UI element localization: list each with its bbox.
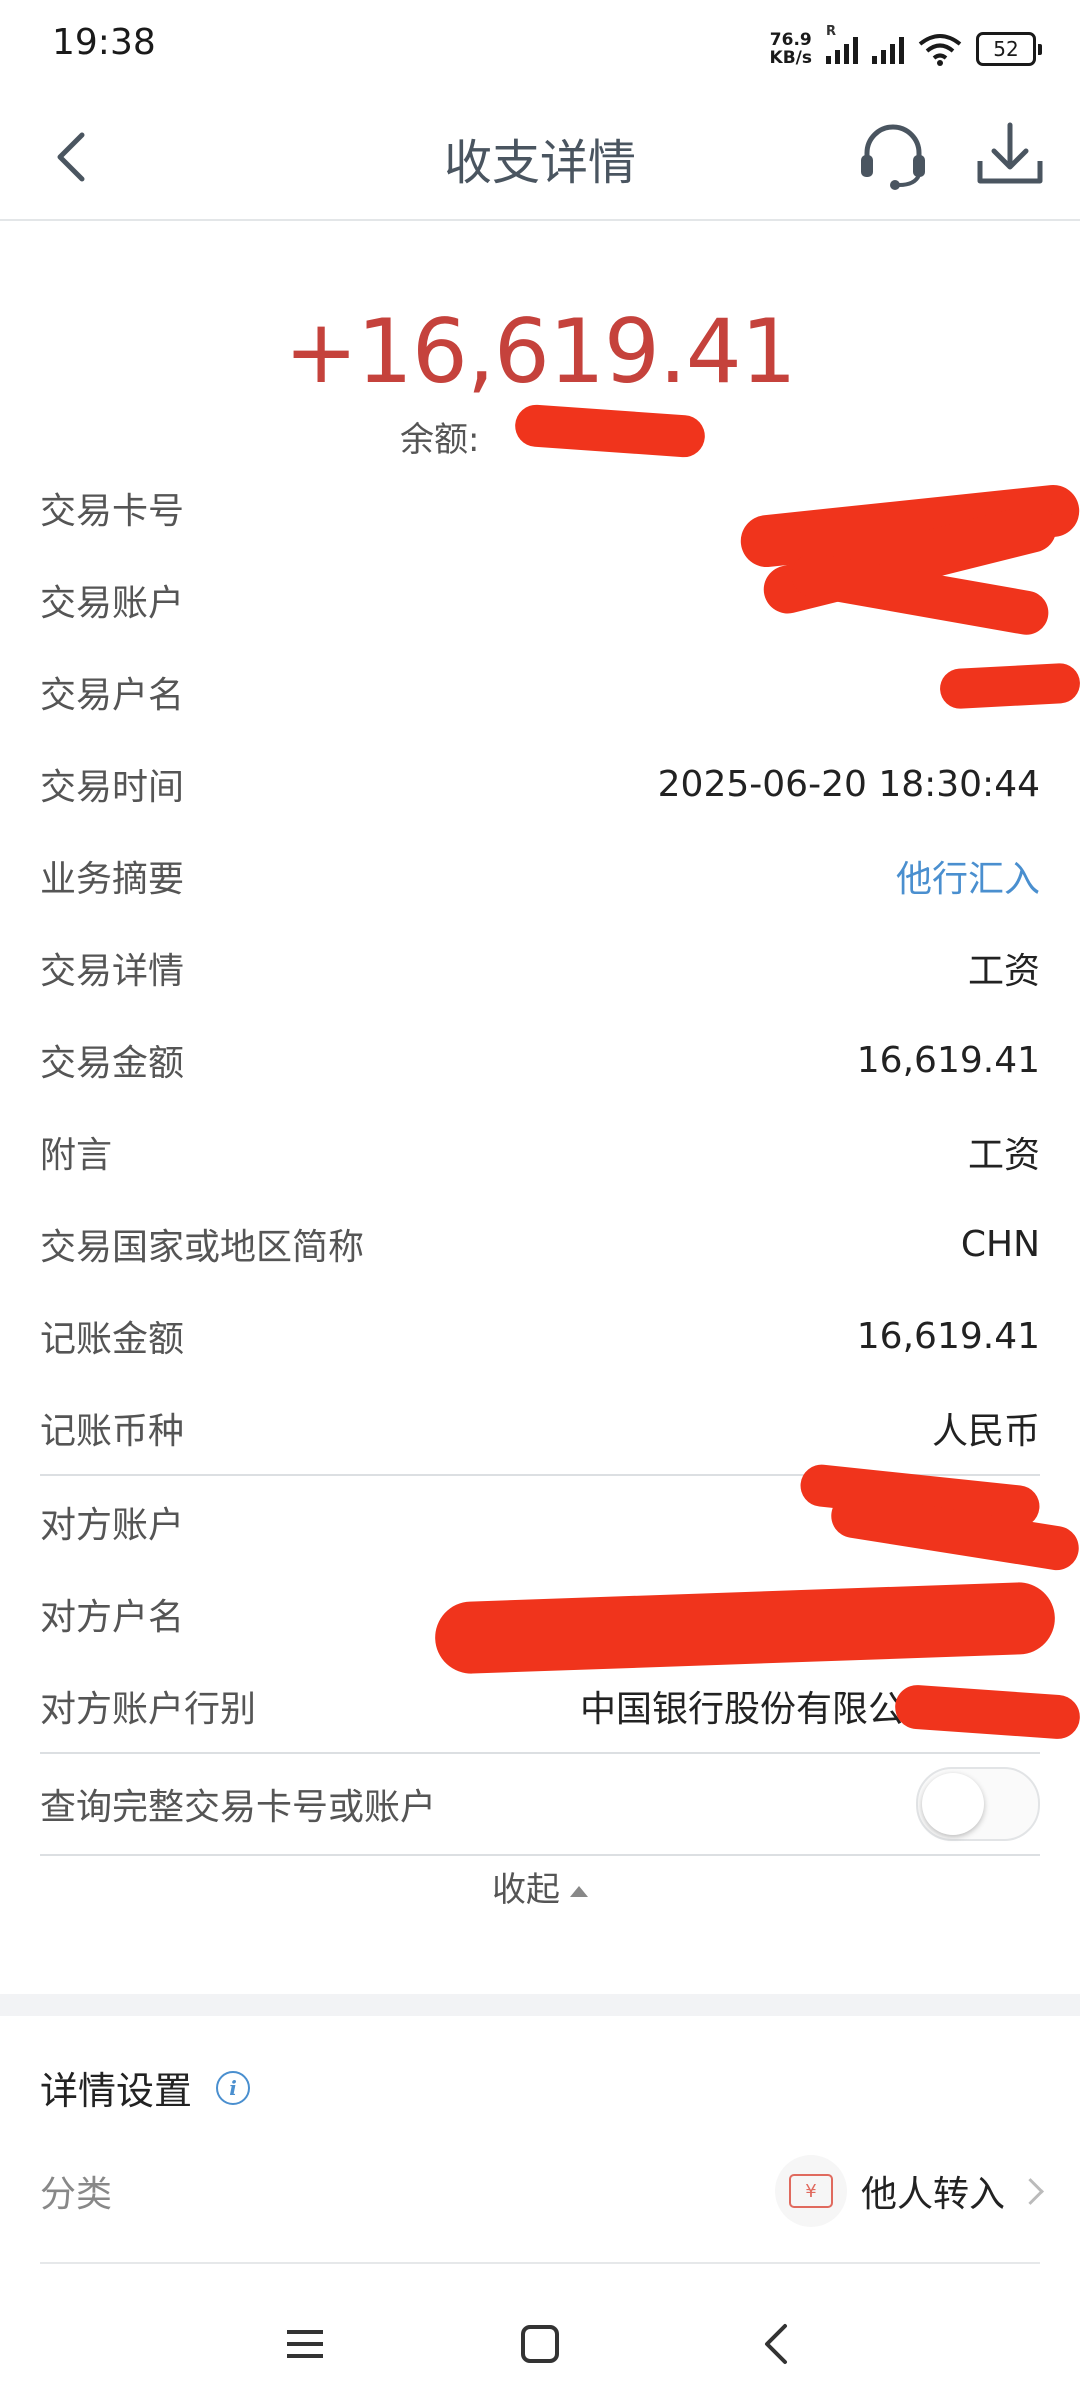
detail-value: 2025-06-20 18:30:44 (657, 763, 1040, 805)
settings-section-title: 详情设置 i (40, 2060, 251, 2115)
detail-label: 交易户名 (40, 675, 185, 716)
detail-label: 交易国家或地区简称 (40, 1227, 365, 1268)
net-speed-value: 76.9 (769, 30, 812, 50)
collapse-label: 收起 (492, 1870, 560, 1910)
net-speed: 76.9 KB/s (770, 31, 812, 67)
detail-label: 附言 (40, 1135, 113, 1176)
settings-title: 详情设置 (40, 2069, 193, 2113)
header: 收支详情 (0, 95, 1080, 221)
divider (40, 1854, 1040, 1856)
category-value: 他人转入 (860, 2174, 1005, 2215)
detail-row-account-name: 交易户名 (40, 646, 1040, 738)
detail-row-memo: 附言 工资 (40, 1106, 1040, 1198)
detail-value: 16,619.41 (856, 1315, 1040, 1357)
summary-link[interactable]: 他行汇入 (896, 850, 1040, 902)
status-bar: 19:38 76.9 KB/s R 52 (0, 0, 1080, 95)
category-icon-glyph: ¥ (805, 2180, 817, 2202)
menu-icon[interactable] (285, 2324, 325, 2364)
transfer-icon: ¥ (774, 2155, 847, 2227)
detail-value: 中国银行股份有限公司 (579, 1689, 940, 1730)
detail-value: 人民币 (931, 1411, 1040, 1452)
redaction-mark (513, 403, 707, 459)
category-row[interactable]: 分类 ¥ 他人转入 (40, 2150, 1044, 2232)
download-icon[interactable] (972, 117, 1048, 193)
detail-label: 交易账户 (40, 583, 185, 624)
headset-icon[interactable] (855, 119, 931, 191)
back-nav-icon[interactable] (757, 2322, 797, 2366)
battery-level: 52 (976, 32, 1036, 66)
wifi-icon (918, 34, 962, 66)
net-speed-unit: KB/s (769, 48, 812, 68)
status-time: 19:38 (52, 22, 156, 63)
full-number-toggle-row: 查询完整交易卡号或账户 (40, 1754, 1040, 1854)
balance: 余额: (400, 412, 479, 461)
detail-value: 工资 (967, 1135, 1040, 1176)
transaction-amount: +16,619.41 (284, 300, 797, 403)
detail-label: 交易卡号 (40, 491, 185, 532)
full-number-toggle[interactable] (916, 1767, 1040, 1841)
detail-label: 记账币种 (40, 1411, 185, 1452)
detail-label: 交易时间 (40, 767, 185, 808)
info-icon[interactable]: i (216, 2070, 251, 2105)
divider (40, 2262, 1040, 2264)
detail-row-posted-amount: 记账金额 16,619.41 (40, 1290, 1040, 1382)
category-label: 分类 (40, 2174, 113, 2215)
detail-value: CHN (960, 1223, 1040, 1265)
detail-label: 交易详情 (40, 951, 185, 992)
redaction-mark (939, 662, 1080, 710)
detail-value: 16,619.41 (856, 1039, 1040, 1081)
detail-label: 对方账户行别 (40, 1689, 257, 1730)
system-nav-bar (0, 2290, 1080, 2400)
battery-icon: 52 (976, 32, 1042, 66)
detail-row-time: 交易时间 2025-06-20 18:30:44 (40, 738, 1040, 830)
detail-row-summary: 业务摘要 他行汇入 (40, 830, 1040, 922)
detail-row-amount: 交易金额 16,619.41 (40, 1014, 1040, 1106)
chevron-right-icon (1017, 2177, 1044, 2205)
signal-icon (872, 34, 904, 64)
category-selector: ¥ 他人转入 (774, 2155, 1044, 2227)
detail-row-country: 交易国家或地区简称 CHN (40, 1198, 1040, 1290)
section-separator (0, 1994, 1080, 2016)
triangle-up-icon (570, 1886, 588, 1897)
toggle-knob (922, 1773, 984, 1835)
roaming-label: R (826, 24, 837, 39)
balance-label: 余额: (400, 420, 480, 460)
collapse-button[interactable]: 收起 (0, 1862, 1080, 1911)
signal-icon: R (826, 24, 858, 64)
detail-label: 对方户名 (40, 1597, 185, 1638)
home-icon[interactable] (520, 2324, 560, 2364)
toggle-label: 查询完整交易卡号或账户 (40, 1787, 437, 1828)
detail-value: 工资 (967, 951, 1040, 992)
detail-row-currency: 记账币种 人民币 (40, 1382, 1040, 1474)
detail-label: 业务摘要 (40, 859, 185, 900)
detail-label: 对方账户 (40, 1505, 185, 1546)
detail-label: 交易金额 (40, 1043, 185, 1084)
status-icons: 76.9 KB/s R 52 (770, 24, 1042, 74)
detail-label: 记账金额 (40, 1319, 185, 1360)
detail-row-counterparty-bank: 对方账户行别 中国银行股份有限公司 (40, 1660, 1040, 1752)
detail-row-detail: 交易详情 工资 (40, 922, 1040, 1014)
